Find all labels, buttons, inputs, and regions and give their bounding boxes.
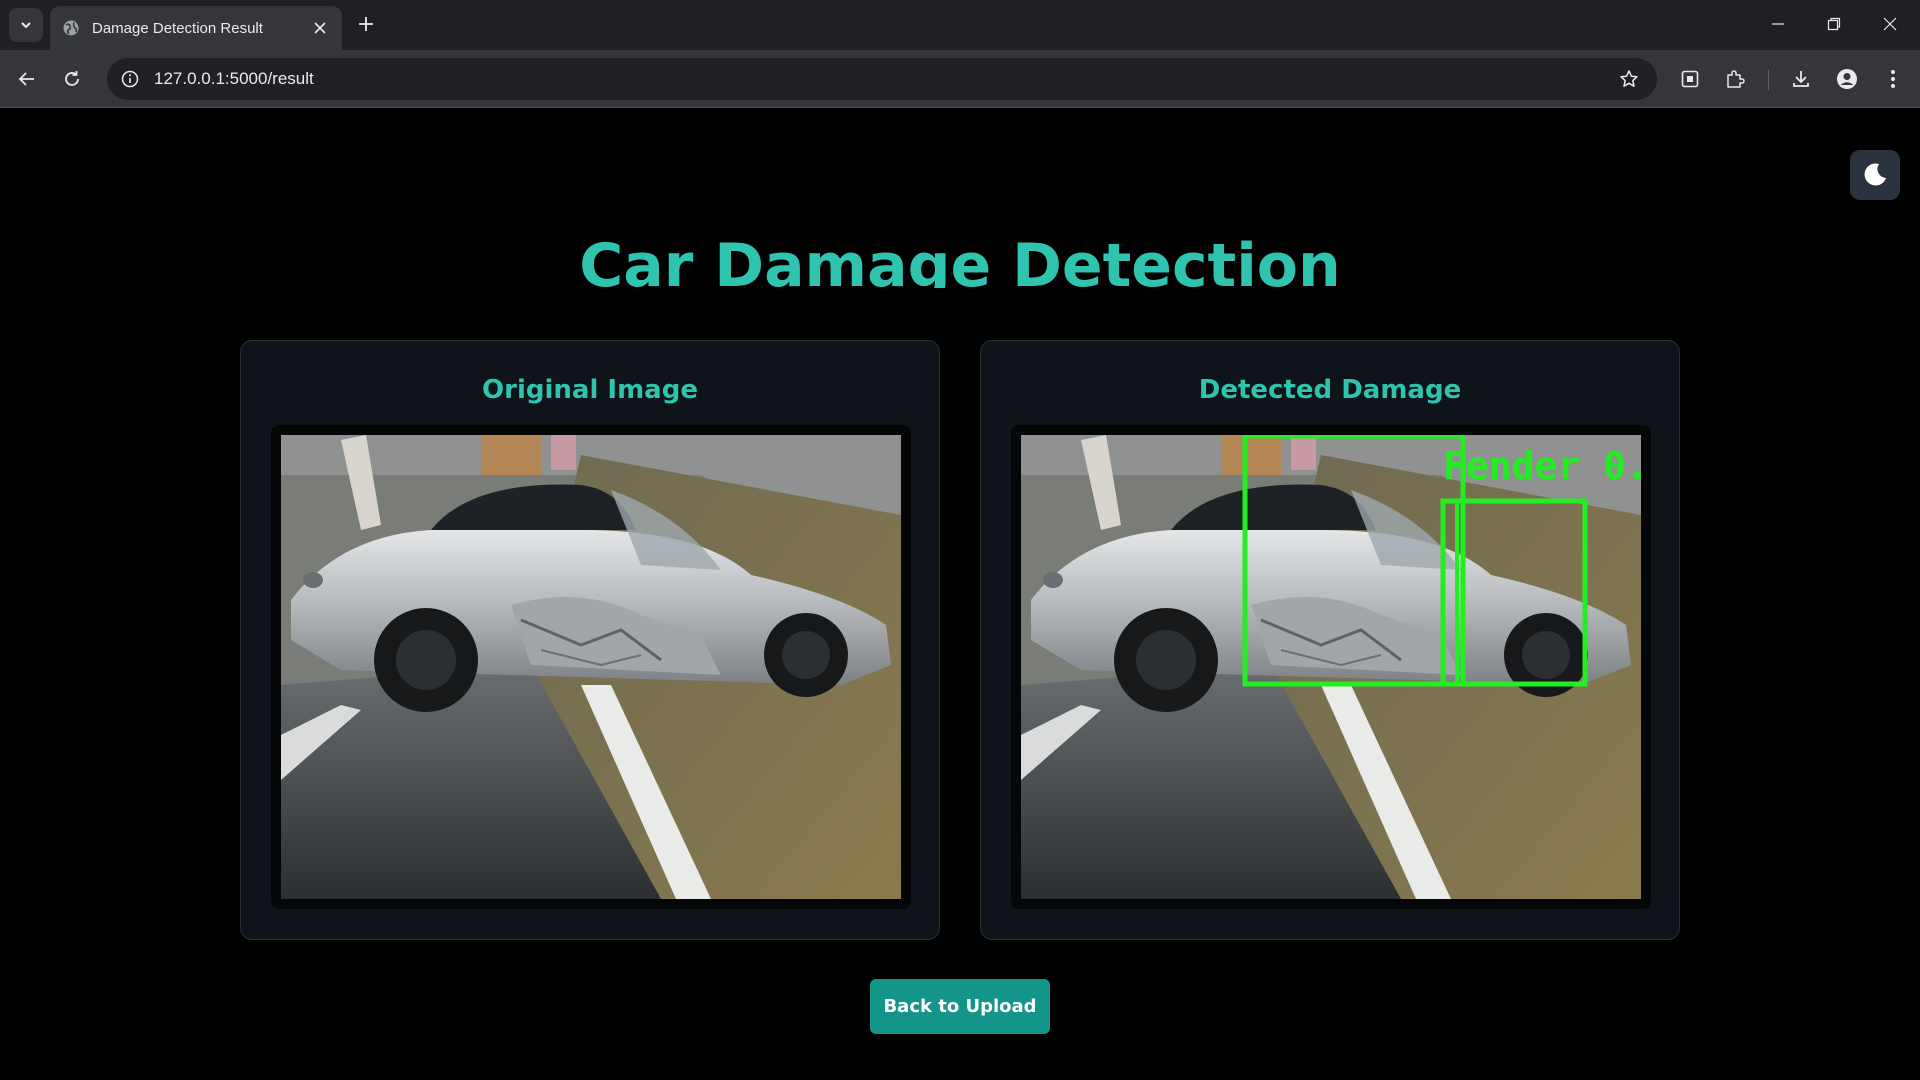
downloads-button[interactable] <box>1784 62 1818 96</box>
extensions-button[interactable] <box>1718 62 1752 96</box>
back-button[interactable] <box>10 62 44 96</box>
browser-tab[interactable]: Damage Detection Result <box>50 6 342 50</box>
original-image-heading: Original Image <box>482 375 698 405</box>
reload-icon <box>65 71 79 86</box>
tab-title: Damage Detection Result <box>92 19 263 37</box>
profile-icon <box>1837 69 1857 89</box>
back-to-upload-button[interactable]: Back to Upload <box>870 979 1050 1034</box>
detected-image-frame: Fender 0.8 <box>1011 425 1651 909</box>
reload-button[interactable] <box>55 62 89 96</box>
original-car-image <box>281 435 901 899</box>
kebab-menu-icon <box>1891 70 1895 88</box>
original-image-frame <box>271 425 911 909</box>
detected-car-image: Fender 0.8 <box>1021 435 1641 899</box>
tab-search-button[interactable] <box>9 8 43 42</box>
bookmark-button[interactable] <box>1611 61 1647 97</box>
detected-damage-card: Detected Damage Fender 0 <box>980 340 1680 940</box>
original-image-card: Original Image <box>240 340 940 940</box>
browser-toolbar: 127.0.0.1:5000/result <box>0 50 1920 108</box>
detection-box <box>1455 501 1459 684</box>
tab-close-button[interactable] <box>310 18 330 38</box>
close-icon <box>1883 17 1897 31</box>
globe-icon <box>63 20 79 36</box>
plus-icon <box>359 17 373 31</box>
menu-button[interactable] <box>1876 62 1910 96</box>
url-text: 127.0.0.1:5000/result <box>154 69 314 88</box>
close-icon <box>314 22 326 34</box>
detection-label: Fender 0.8 <box>1443 444 1641 488</box>
new-tab-button[interactable] <box>352 10 380 38</box>
back-arrow-icon <box>18 72 34 86</box>
detected-damage-heading: Detected Damage <box>1198 375 1462 405</box>
star-icon <box>1620 70 1638 87</box>
site-info-button[interactable] <box>112 61 148 97</box>
theme-toggle-button[interactable] <box>1850 150 1900 200</box>
extensions-icon <box>1727 70 1745 88</box>
address-bar[interactable]: 127.0.0.1:5000/result <box>107 58 1657 100</box>
tab-search-icon <box>21 22 31 29</box>
moon-icon <box>1864 163 1886 186</box>
minimize-button[interactable] <box>1750 0 1806 48</box>
info-icon <box>121 70 139 88</box>
download-icon <box>1793 71 1809 87</box>
sidebar-button[interactable] <box>1673 62 1707 96</box>
page-content: Car Damage Detection Original Image Dete… <box>0 108 1920 1080</box>
profile-button[interactable] <box>1830 62 1864 96</box>
restore-icon <box>1827 17 1841 31</box>
sidebar-icon <box>1681 70 1699 88</box>
page-title: Car Damage Detection <box>579 231 1341 288</box>
browser-titlebar: Damage Detection Result <box>0 0 1920 50</box>
close-window-button[interactable] <box>1862 0 1918 48</box>
restore-button[interactable] <box>1806 0 1862 48</box>
toolbar-separator <box>1768 70 1769 90</box>
minimize-icon <box>1772 23 1784 25</box>
